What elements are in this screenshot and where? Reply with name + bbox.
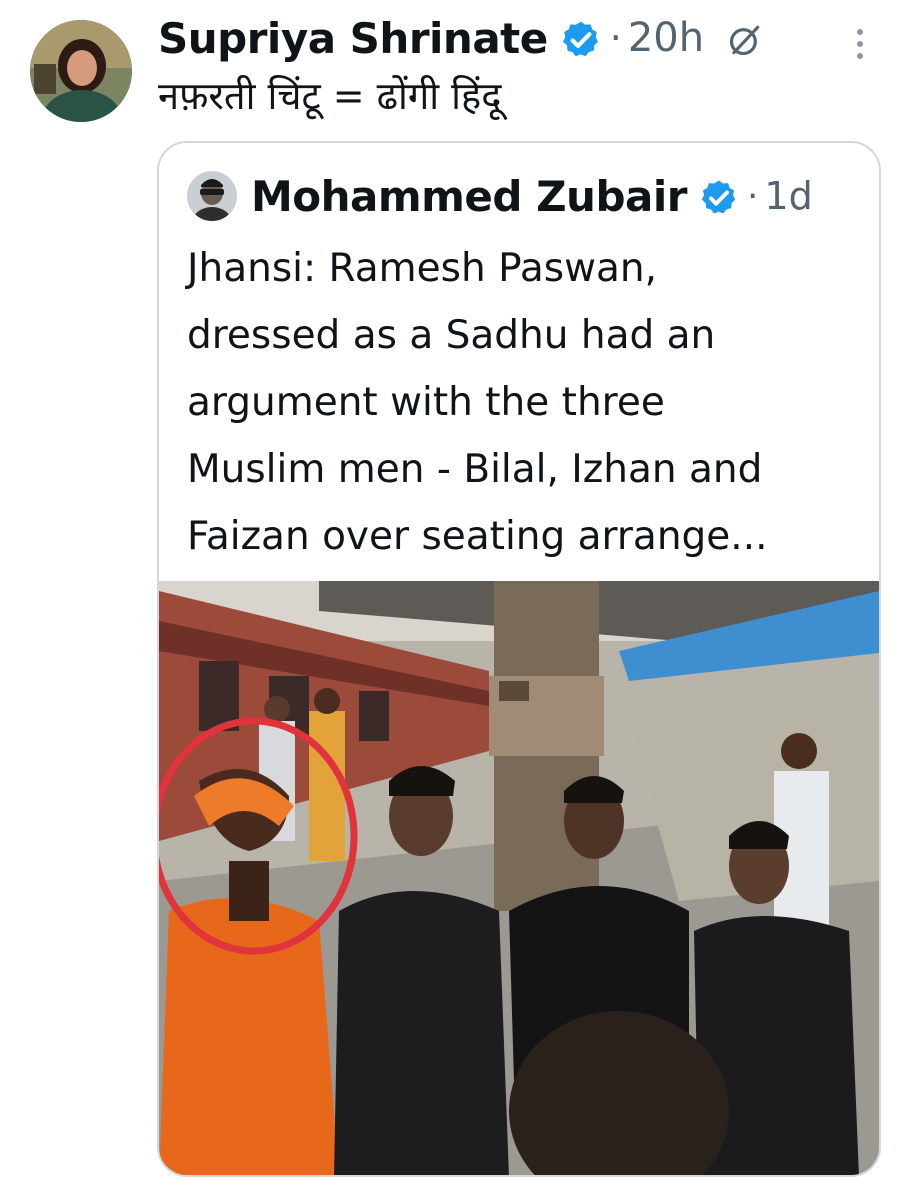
verified-badge-icon bbox=[562, 21, 598, 57]
author-name[interactable]: Supriya Shrinate bbox=[158, 14, 548, 63]
quoted-header-separator: · bbox=[746, 175, 759, 217]
tweet-header: Supriya Shrinate · 20h bbox=[158, 8, 764, 68]
quoted-tweet-text: Jhansi: Ramesh Paswan, dressed as a Sadh… bbox=[187, 246, 768, 559]
tweet-timestamp[interactable]: 20h bbox=[628, 15, 704, 61]
author-avatar[interactable] bbox=[30, 20, 132, 122]
more-options-icon[interactable] bbox=[850, 24, 870, 64]
quoted-tweet-photo[interactable] bbox=[159, 581, 879, 1175]
quoted-timestamp[interactable]: 1d bbox=[764, 174, 812, 218]
quoted-author-avatar[interactable] bbox=[187, 171, 237, 221]
header-separator: · bbox=[609, 16, 622, 60]
quoted-tweet-header: Mohammed Zubair · 1d bbox=[187, 163, 813, 229]
platform-photo-illustration bbox=[159, 581, 879, 1175]
tweet-text: नफ़रती चिंटू = ढोंगी हिंदू bbox=[158, 74, 502, 118]
verified-badge-icon bbox=[701, 180, 736, 214]
quoted-author-name[interactable]: Mohammed Zubair bbox=[251, 172, 687, 221]
quoted-tweet-card[interactable]: Mohammed Zubair · 1d Jhansi: Ramesh Pasw… bbox=[157, 141, 881, 1177]
grok-icon[interactable] bbox=[726, 21, 764, 59]
